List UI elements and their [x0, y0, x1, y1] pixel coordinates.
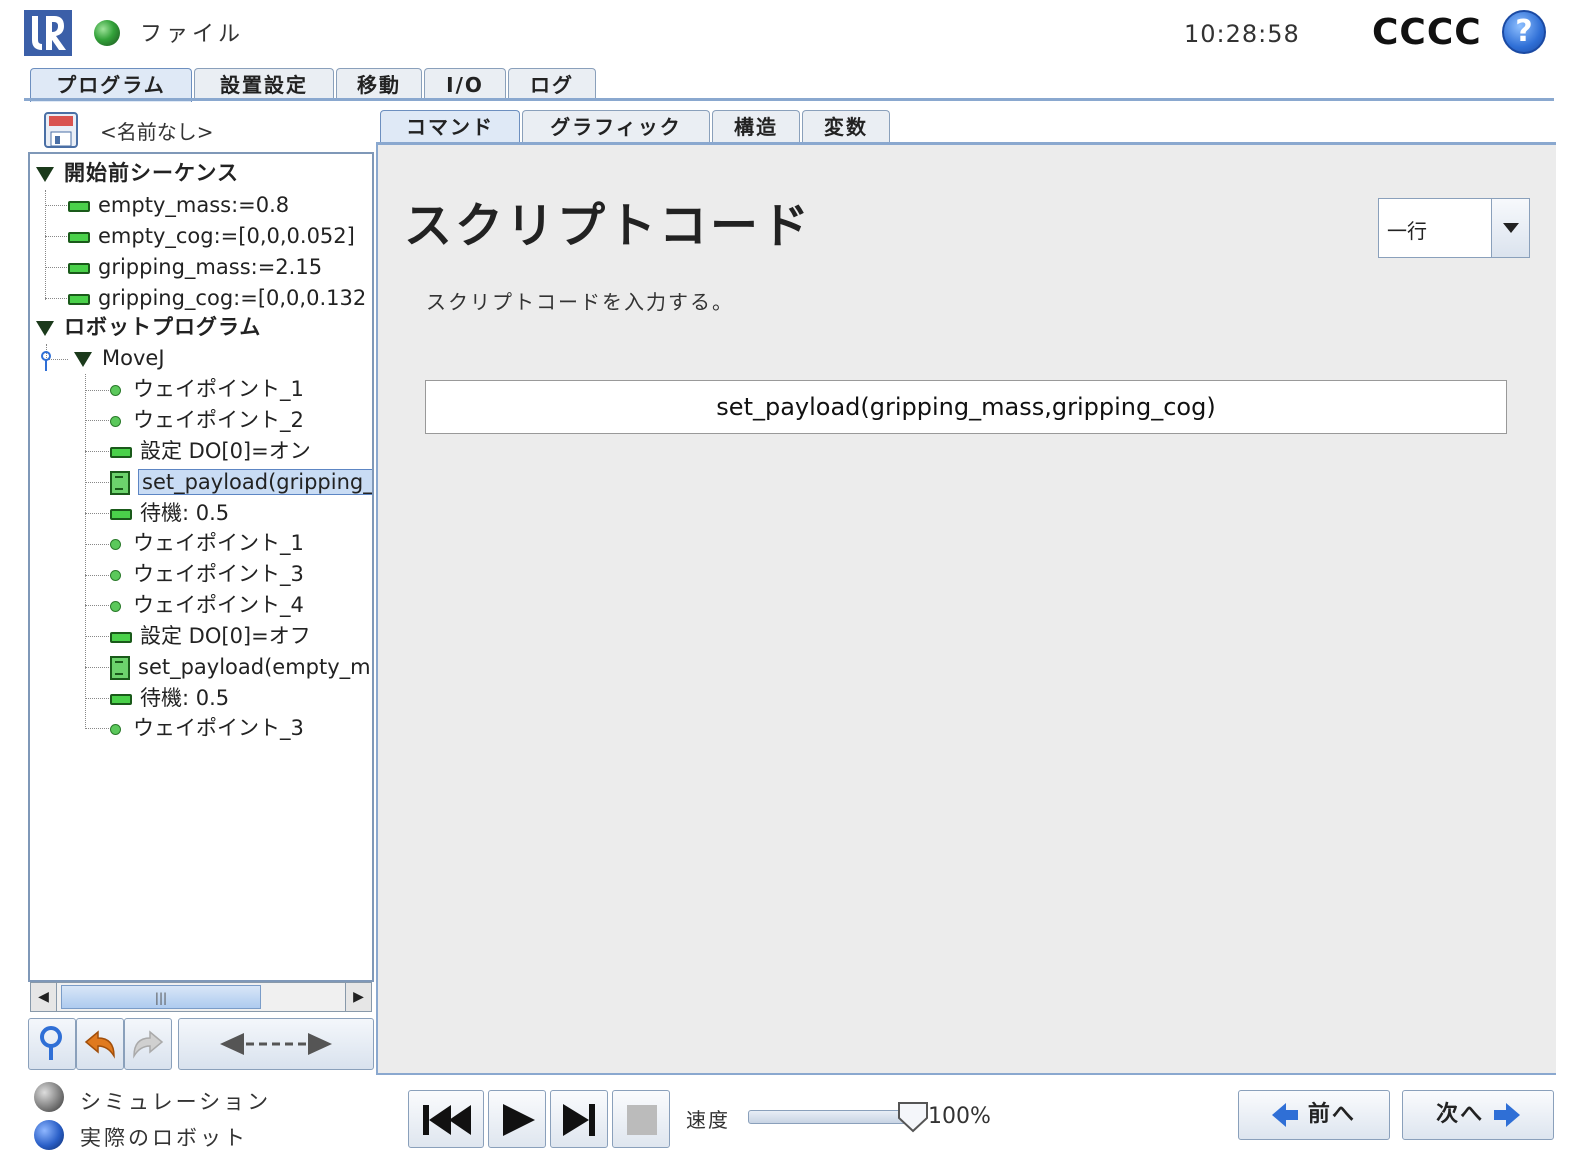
waypoint-icon	[110, 723, 121, 735]
page-title: スクリプトコード	[404, 198, 813, 254]
step-forward-icon	[563, 1104, 595, 1136]
waypoint-icon	[110, 538, 121, 550]
waypoint-icon	[110, 569, 121, 581]
skip-to-start-button[interactable]	[408, 1090, 484, 1148]
tree-item-waypoint[interactable]: ウェイポイント_3	[110, 559, 304, 589]
tree-item-assign[interactable]: gripping_mass:=2.15	[68, 252, 322, 282]
next-button[interactable]: 次へ	[1402, 1090, 1554, 1140]
waypoint-icon	[110, 384, 121, 396]
tree-item-waypoint[interactable]: ウェイポイント_1	[110, 374, 304, 404]
help-icon[interactable]: ?	[1502, 10, 1546, 54]
file-menu[interactable]: ファイル	[140, 16, 244, 48]
tree-item-waypoint[interactable]: ウェイポイント_3	[110, 713, 304, 743]
tree-item-script-selected[interactable]: set_payload(gripping_	[110, 467, 372, 497]
previous-button[interactable]: 前へ	[1238, 1090, 1390, 1140]
page-description: スクリプトコードを入力する。	[426, 290, 734, 314]
assignment-icon	[68, 293, 90, 305]
tree-item-wait[interactable]: 待機: 0.5	[110, 498, 229, 528]
wait-icon	[110, 508, 132, 520]
tab-log[interactable]: ログ	[508, 68, 596, 100]
set-icon	[110, 631, 132, 643]
command-panel	[376, 145, 1556, 1075]
assignment-icon	[68, 200, 90, 212]
tree-item-movej[interactable]: MoveJ	[74, 343, 165, 373]
tab-structure[interactable]: 構造	[712, 110, 800, 144]
tab-variables[interactable]: 変数	[802, 110, 890, 144]
redo-icon	[133, 1030, 164, 1059]
stop-icon	[627, 1105, 657, 1135]
script-code-input[interactable]: set_payload(gripping_mass,gripping_cog)	[425, 380, 1507, 434]
real-robot-radio-icon[interactable]	[34, 1120, 64, 1150]
tree-item-script[interactable]: set_payload(empty_m	[110, 652, 371, 682]
tree-horizontal-scrollbar[interactable]: ◀ ||| ▶	[30, 982, 372, 1012]
arrow-left-icon	[1272, 1102, 1299, 1127]
search-button[interactable]	[28, 1018, 76, 1070]
script-mode-value: 一行	[1387, 219, 1427, 243]
expand-triangle-icon[interactable]	[74, 351, 92, 367]
left-right-arrow-icon	[220, 1033, 332, 1055]
tree-item-set[interactable]: 設定 DO[0]=オン	[110, 436, 311, 466]
tree-item-waypoint[interactable]: ウェイポイント_4	[110, 590, 304, 620]
program-tree[interactable]: 開始前シーケンス empty_mass:=0.8 empty_cog:=[0,0…	[28, 152, 374, 982]
scroll-left-icon[interactable]: ◀	[31, 983, 57, 1011]
stop-button[interactable]	[612, 1090, 670, 1148]
tree-item-assign[interactable]: gripping_cog:=[0,0,0.132	[68, 283, 366, 313]
speed-slider[interactable]	[748, 1110, 912, 1124]
play-icon	[503, 1104, 535, 1136]
assignment-icon	[68, 231, 90, 243]
tree-item-assign[interactable]: empty_mass:=0.8	[68, 190, 289, 220]
speed-slider-handle[interactable]	[896, 1100, 930, 1134]
assignment-icon	[68, 262, 90, 274]
main-tabs-divider	[24, 98, 1554, 101]
simulation-label[interactable]: シミュレーション	[80, 1086, 271, 1116]
tree-item-assign[interactable]: empty_cog:=[0,0,0.052]	[68, 221, 355, 251]
save-icon[interactable]	[44, 112, 78, 148]
robot-name: CCCC	[1372, 12, 1482, 53]
script-mode-select[interactable]: 一行	[1378, 198, 1530, 258]
scroll-thumb[interactable]: |||	[61, 985, 261, 1009]
tree-item-waypoint[interactable]: ウェイポイント_1	[110, 528, 304, 558]
tree-item-before-start[interactable]: 開始前シーケンス	[36, 158, 239, 188]
step-button[interactable]	[550, 1090, 608, 1148]
tab-installation[interactable]: 設置設定	[194, 68, 334, 100]
ur-logo	[24, 10, 72, 56]
wait-icon	[110, 693, 132, 705]
tree-toolbar	[28, 1018, 374, 1070]
script-icon	[110, 656, 130, 680]
undo-button[interactable]	[76, 1018, 124, 1070]
expand-triangle-icon[interactable]	[36, 320, 54, 336]
undo-icon	[84, 1030, 115, 1059]
search-icon	[40, 1026, 62, 1060]
tab-io[interactable]: I/O	[424, 68, 506, 100]
script-icon	[110, 471, 130, 495]
scroll-right-icon[interactable]: ▶	[345, 983, 371, 1011]
status-globe-icon	[94, 20, 120, 46]
redo-button[interactable]	[124, 1018, 172, 1070]
tree-item-waypoint[interactable]: ウェイポイント_2	[110, 405, 304, 435]
tree-item-robot-program[interactable]: ロボットプログラム	[36, 312, 261, 342]
tree-item-set[interactable]: 設定 DO[0]=オフ	[110, 621, 311, 651]
tab-move[interactable]: 移動	[336, 68, 422, 100]
real-robot-label[interactable]: 実際のロボット	[80, 1122, 248, 1152]
tab-graphics[interactable]: グラフィック	[522, 110, 710, 144]
tab-command[interactable]: コマンド	[380, 110, 520, 144]
expand-collapse-button[interactable]	[178, 1018, 374, 1070]
play-button[interactable]	[488, 1090, 546, 1148]
set-icon	[110, 446, 132, 458]
tree-item-wait[interactable]: 待機: 0.5	[110, 683, 229, 713]
waypoint-icon	[110, 600, 121, 612]
speed-label: 速度	[686, 1108, 730, 1132]
expand-triangle-icon[interactable]	[36, 166, 54, 182]
speed-value: 100%	[928, 1104, 991, 1129]
skip-back-icon	[423, 1105, 471, 1135]
tab-program[interactable]: プログラム	[30, 68, 192, 102]
simulation-radio-icon[interactable]	[34, 1082, 64, 1112]
program-name: <名前なし>	[100, 120, 214, 144]
chevron-down-icon[interactable]	[1491, 199, 1529, 257]
waypoint-icon	[110, 415, 121, 427]
arrow-right-icon	[1493, 1102, 1520, 1127]
clock: 10:28:58	[1184, 20, 1300, 48]
breakpoint-icon[interactable]	[38, 350, 54, 372]
